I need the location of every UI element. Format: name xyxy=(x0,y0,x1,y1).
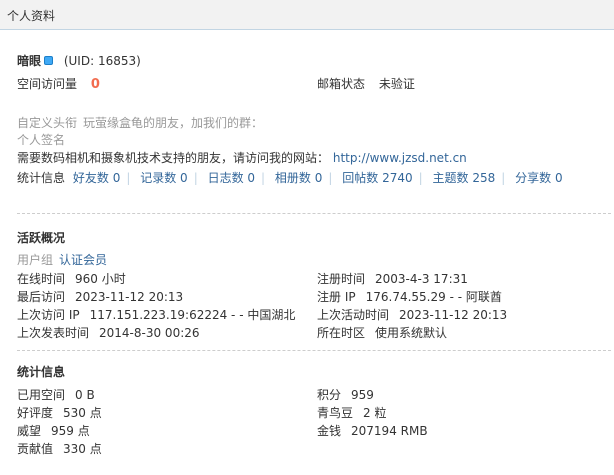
stat-separator: | xyxy=(328,171,333,185)
stat-albums[interactable]: 相册数 0 xyxy=(275,170,322,186)
register-ip-value: 176.74.55.29 - - 阿联酋 xyxy=(365,290,502,304)
page-header: 个人资料 xyxy=(0,0,614,30)
stat-separator: | xyxy=(501,171,506,185)
username[interactable]: 暗眼 xyxy=(17,54,41,68)
stat-records[interactable]: 记录数 0 xyxy=(140,170,187,186)
user-name-row: 暗眼 (UID: 16853) xyxy=(17,53,141,69)
qingniao-label: 青鸟豆 xyxy=(317,406,354,420)
usergroup-label: 用户组 xyxy=(17,253,54,267)
stat-shares[interactable]: 分享数 0 xyxy=(515,170,562,186)
last-post-value: 2014-8-30 00:26 xyxy=(99,326,200,340)
page-title: 个人资料 xyxy=(7,9,56,23)
qingniao-value: 2 粒 xyxy=(363,406,387,420)
last-visit-value: 2023-11-12 20:13 xyxy=(75,290,184,304)
promo-link[interactable]: http://www.jzsd.net.cn xyxy=(333,151,467,165)
last-visit-ip-value: 117.151.223.19:62224 - - 中国湖北 xyxy=(89,308,296,322)
stat-separator: | xyxy=(418,171,423,185)
rating: 好评度 530 点 xyxy=(17,405,102,421)
activity-title: 活跃概况 xyxy=(17,231,66,245)
rating-value: 530 点 xyxy=(63,406,102,420)
contribution: 贡献值 330 点 xyxy=(17,441,102,457)
contribution-label: 贡献值 xyxy=(17,442,54,456)
section-divider xyxy=(17,350,611,351)
register-ip: 注册 IP 176.74.55.29 - - 阿联酋 xyxy=(317,289,502,305)
last-visit-label: 最后访问 xyxy=(17,290,66,304)
stats-bar-label: 统计信息 xyxy=(17,171,66,185)
stat-blogs[interactable]: 日志数 0 xyxy=(208,170,255,186)
timezone-value: 使用系统默认 xyxy=(375,326,448,340)
last-visit-ip: 上次访问 IP 117.151.223.19:62224 - - 中国湖北 xyxy=(17,307,295,323)
money: 金钱 207194 RMB xyxy=(317,423,428,439)
space-visits-label: 空间访问量 xyxy=(17,77,78,91)
stat-replies[interactable]: 回帖数 2740 xyxy=(342,170,412,186)
qingniao: 青鸟豆 2 粒 xyxy=(317,405,386,421)
timezone-label: 所在时区 xyxy=(317,326,366,340)
last-post-label: 上次发表时间 xyxy=(17,326,90,340)
register-time-value: 2003-4-3 17:31 xyxy=(375,272,468,286)
points-label: 积分 xyxy=(317,388,342,402)
money-value: 207194 RMB xyxy=(351,424,428,438)
space-visits: 空间访问量 0 xyxy=(17,76,100,93)
last-active: 上次活动时间 2023-11-12 20:13 xyxy=(317,307,507,323)
stat-friends[interactable]: 好友数 0 xyxy=(73,170,120,186)
email-status-value: 未验证 xyxy=(378,77,415,91)
last-visit: 最后访问 2023-11-12 20:13 xyxy=(17,289,183,305)
stat-separator: | xyxy=(261,171,266,185)
timezone: 所在时区 使用系统默认 xyxy=(317,325,447,341)
prestige-value: 959 点 xyxy=(51,424,90,438)
space-visits-value: 0 xyxy=(90,77,100,92)
register-time-label: 注册时间 xyxy=(317,272,366,286)
section-divider xyxy=(17,213,611,214)
signature-text: 需要数码相机和摄象机技术支持的朋友，请访问我的网站： http://www.jz… xyxy=(17,150,467,166)
online-status-icon xyxy=(44,56,54,65)
contribution-value: 330 点 xyxy=(63,442,102,456)
custom-title-value: 玩萤缘盒龟的朋友，加我们的群： xyxy=(83,116,264,130)
user-uid: (UID: 16853) xyxy=(63,54,141,68)
stats-bar: 统计信息 好友数 0 | 记录数 0 | 日志数 0 | 相册数 0 | 回帖数 274… xyxy=(17,170,563,186)
email-status-label: 邮箱状态 xyxy=(317,77,366,91)
used-space-label: 已用空间 xyxy=(17,388,66,402)
used-space: 已用空间 0 B xyxy=(17,387,95,403)
used-space-value: 0 B xyxy=(75,388,95,402)
custom-title-label: 自定义头衔 xyxy=(17,116,78,130)
rating-label: 好评度 xyxy=(17,406,54,420)
usergroup-value[interactable]: 认证会员 xyxy=(59,253,107,267)
stat-separator: | xyxy=(193,171,198,185)
statistics-title: 统计信息 xyxy=(17,365,66,379)
stat-separator: | xyxy=(126,171,131,185)
email-status: 邮箱状态 未验证 xyxy=(317,76,415,92)
last-active-label: 上次活动时间 xyxy=(317,308,390,322)
register-time: 注册时间 2003-4-3 17:31 xyxy=(317,271,468,287)
stat-threads[interactable]: 主题数 258 xyxy=(433,170,496,186)
prestige-label: 威望 xyxy=(17,424,42,438)
signature-label: 个人签名 xyxy=(17,133,66,147)
online-time: 在线时间 960 小时 xyxy=(17,271,126,287)
last-post: 上次发表时间 2014-8-30 00:26 xyxy=(17,325,200,341)
promo-text: 需要数码相机和摄象机技术支持的朋友，请访问我的网站： xyxy=(17,151,330,165)
usergroup: 用户组 认证会员 xyxy=(17,252,107,268)
money-label: 金钱 xyxy=(317,424,342,438)
last-visit-ip-label: 上次访问 IP xyxy=(17,308,80,322)
last-active-value: 2023-11-12 20:13 xyxy=(399,308,508,322)
register-ip-label: 注册 IP xyxy=(317,290,356,304)
prestige: 威望 959 点 xyxy=(17,423,90,439)
points-value: 959 xyxy=(351,388,374,402)
points: 积分 959 xyxy=(317,387,374,403)
online-time-value: 960 小时 xyxy=(75,272,126,286)
custom-title: 自定义头衔 玩萤缘盒龟的朋友，加我们的群： xyxy=(17,115,263,131)
online-time-label: 在线时间 xyxy=(17,272,66,286)
